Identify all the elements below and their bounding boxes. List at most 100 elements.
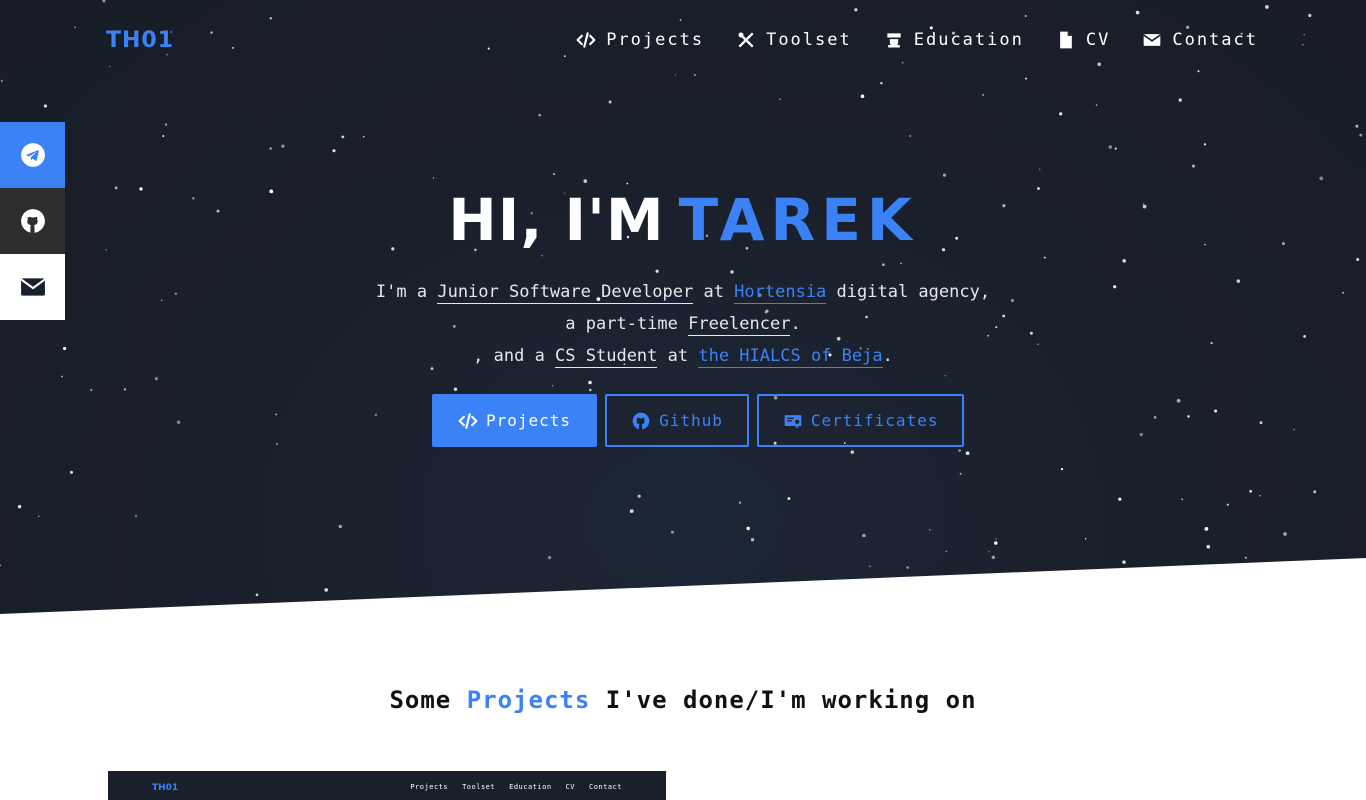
star xyxy=(362,135,365,138)
star xyxy=(637,494,641,498)
projects-button[interactable]: Projects xyxy=(432,394,598,447)
thumbnail-nav: Projects Toolset Education CV Contact xyxy=(410,783,622,791)
nav-item-toolset[interactable]: Toolset xyxy=(736,30,852,50)
star xyxy=(1244,556,1247,559)
star xyxy=(547,555,552,560)
star xyxy=(1192,164,1195,168)
intro-text: a part-time xyxy=(565,314,689,334)
graduation-icon xyxy=(887,33,901,48)
star xyxy=(37,515,40,517)
star xyxy=(674,74,677,76)
star xyxy=(854,8,858,12)
star xyxy=(909,135,912,137)
star xyxy=(1135,10,1140,15)
star xyxy=(982,94,984,96)
thumbnail-nav-item: Projects xyxy=(410,783,449,791)
star xyxy=(90,388,93,392)
star xyxy=(626,182,629,185)
title-text: Some xyxy=(389,686,467,714)
star xyxy=(1108,145,1113,149)
star xyxy=(374,413,378,417)
star xyxy=(1084,538,1087,540)
intro-text: digital agency, xyxy=(826,282,991,302)
star xyxy=(43,104,47,108)
star xyxy=(1024,77,1028,80)
star xyxy=(1356,258,1360,261)
star xyxy=(1181,498,1184,501)
star xyxy=(1176,398,1181,403)
intro-text: , and a xyxy=(473,346,556,366)
star xyxy=(102,0,106,3)
star xyxy=(991,555,996,560)
envelope-icon xyxy=(19,278,46,296)
site-logo[interactable]: TH01 xyxy=(106,28,174,53)
nav-item-contact[interactable]: Contact xyxy=(1142,30,1258,50)
star xyxy=(944,375,946,377)
star xyxy=(1118,497,1122,501)
star xyxy=(694,74,696,76)
company-link[interactable]: Hortensia xyxy=(734,282,827,304)
github-button[interactable]: Github xyxy=(605,394,749,447)
star xyxy=(1039,168,1041,170)
code-icon xyxy=(458,412,478,429)
star xyxy=(1153,416,1157,419)
star xyxy=(1204,527,1209,531)
star xyxy=(332,149,336,153)
star xyxy=(1051,589,1055,593)
star xyxy=(965,451,970,456)
star xyxy=(779,98,781,101)
telegram-icon xyxy=(20,143,45,167)
star xyxy=(958,449,961,452)
project-thumbnail[interactable]: TH01 Projects Toolset Education CV Conta… xyxy=(108,771,666,800)
intro-line-3: , and a CS Student at the HIALCS of Beja… xyxy=(0,340,1366,372)
star xyxy=(551,385,554,387)
github-icon xyxy=(20,209,45,233)
nav-label: Contact xyxy=(1172,30,1258,50)
nav-item-education[interactable]: Education xyxy=(884,30,1024,50)
star xyxy=(453,387,458,391)
star xyxy=(1139,432,1143,437)
star xyxy=(210,31,213,34)
hero-intro: I'm a Junior Software Developer at Horte… xyxy=(0,276,1366,372)
star xyxy=(1052,579,1055,582)
title-accent: Projects xyxy=(466,686,591,714)
star xyxy=(1122,560,1126,564)
star xyxy=(1102,597,1104,600)
star xyxy=(1024,15,1027,17)
star xyxy=(589,388,592,392)
star xyxy=(0,79,3,83)
nav-label: Toolset xyxy=(766,30,852,50)
certificates-button[interactable]: Certificates xyxy=(756,394,965,447)
nav-item-cv[interactable]: CV xyxy=(1056,30,1110,50)
star xyxy=(538,113,542,117)
star xyxy=(1259,494,1261,497)
github-link[interactable] xyxy=(0,188,65,254)
star xyxy=(793,582,796,585)
star xyxy=(942,173,946,177)
tools-icon xyxy=(738,32,754,48)
nav-label: Education xyxy=(913,30,1024,50)
star xyxy=(730,270,734,274)
hero-section: TH01 Projects Toolset Education CV Conta… xyxy=(0,0,1366,614)
star xyxy=(1265,5,1269,9)
star xyxy=(632,603,636,606)
hero-headline: HI, I'M TAREK xyxy=(0,186,1366,254)
school-link[interactable]: the HIALCS of Beja xyxy=(698,346,883,368)
star xyxy=(281,144,285,148)
intro-text: . xyxy=(790,314,801,334)
thumbnail-nav-item: Contact xyxy=(588,783,622,791)
star xyxy=(1097,62,1101,67)
star xyxy=(123,388,127,391)
intro-line-1: I'm a Junior Software Developer at Horte… xyxy=(0,276,1366,308)
star xyxy=(176,420,181,425)
star xyxy=(1313,490,1317,494)
mail-link[interactable] xyxy=(0,254,65,320)
telegram-link[interactable] xyxy=(0,122,65,188)
star xyxy=(269,147,272,150)
intro-text: at xyxy=(693,282,735,302)
nav-item-projects[interactable]: Projects xyxy=(576,30,704,50)
code-icon xyxy=(576,32,596,48)
star xyxy=(69,470,74,474)
star xyxy=(1122,259,1126,263)
intro-role: Junior Software Developer xyxy=(437,282,694,304)
